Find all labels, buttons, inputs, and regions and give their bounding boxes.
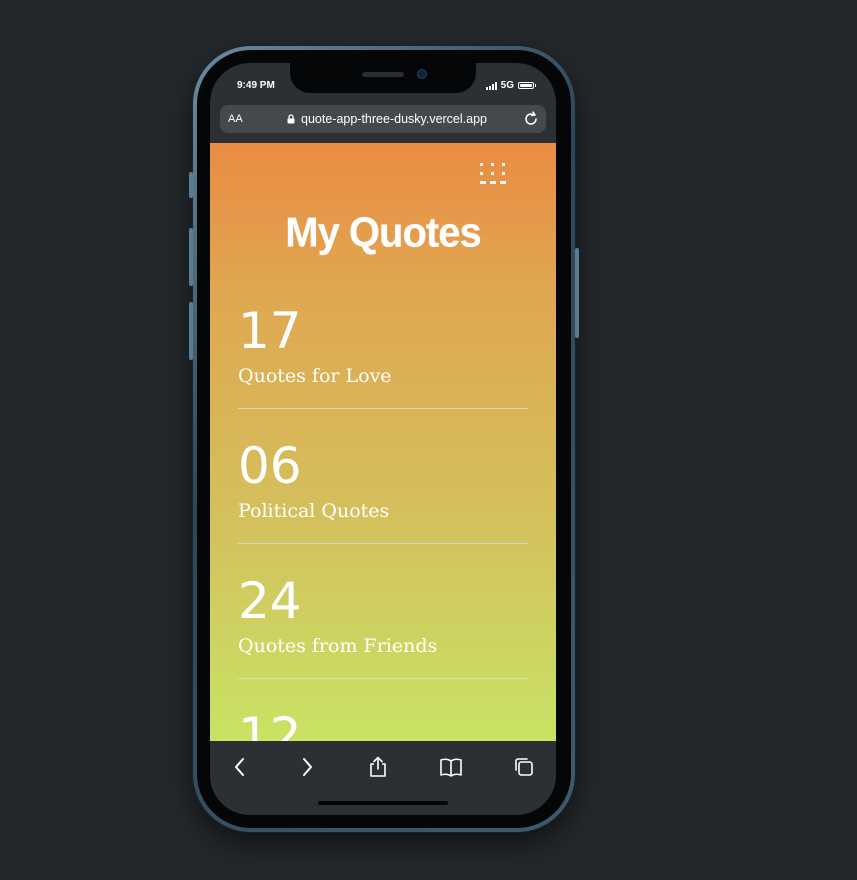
quote-category-item[interactable]: 06 Political Quotes	[238, 438, 528, 573]
share-icon	[370, 756, 386, 777]
quote-count: 06	[238, 437, 302, 495]
page-content: My Quotes 17 Quotes for Love 06 Politica…	[210, 143, 556, 741]
tabs-icon	[515, 758, 533, 776]
book-icon	[440, 758, 462, 777]
volume-down-button	[189, 302, 193, 360]
power-button	[575, 248, 579, 338]
chevron-right-icon	[303, 758, 312, 776]
divider	[238, 543, 528, 544]
forward-button[interactable]	[293, 753, 321, 781]
tabs-button[interactable]	[510, 753, 538, 781]
front-camera	[417, 69, 427, 79]
back-button[interactable]	[226, 753, 254, 781]
address-bar[interactable]: AA quote-app-three-dusky.vercel.app	[220, 105, 546, 133]
grid-dots-icon[interactable]	[478, 161, 510, 187]
quote-category-list: 17 Quotes for Love 06 Political Quotes 2…	[238, 303, 528, 741]
phone-screen: 9:49 PM 5G AA quote-app-three-dusky.verc…	[210, 63, 556, 815]
volume-up-button	[189, 228, 193, 286]
url-text: quote-app-three-dusky.vercel.app	[301, 112, 487, 126]
reload-icon[interactable]	[522, 110, 540, 128]
quote-category-label: Quotes for Love	[238, 365, 392, 387]
quote-count: 17	[238, 302, 302, 360]
home-indicator[interactable]	[318, 801, 448, 805]
chevron-left-icon	[235, 758, 244, 776]
lock-icon	[287, 114, 295, 124]
bookmarks-button[interactable]	[437, 753, 465, 781]
url-display[interactable]: quote-app-three-dusky.vercel.app	[286, 112, 487, 126]
silent-switch	[189, 172, 193, 198]
quote-count: 12	[238, 707, 302, 741]
quote-category-item[interactable]: 17 Quotes for Love	[238, 303, 528, 438]
quote-category-item[interactable]: 12	[238, 708, 528, 741]
network-type: 5G	[500, 80, 514, 91]
status-time: 9:49 PM	[237, 80, 275, 91]
page-title: My Quotes	[285, 209, 481, 257]
quote-category-label: Quotes from Friends	[238, 635, 438, 657]
notch	[290, 63, 476, 93]
divider	[238, 408, 528, 409]
speaker-grille	[362, 72, 404, 77]
text-size-button[interactable]: AA	[228, 113, 243, 125]
quote-category-label: Political Quotes	[238, 500, 390, 522]
share-button[interactable]	[364, 753, 392, 781]
signal-icon	[485, 81, 497, 90]
quote-category-item[interactable]: 24 Quotes from Friends	[238, 573, 528, 708]
battery-icon	[518, 82, 536, 89]
quote-count: 24	[238, 572, 302, 630]
divider	[238, 678, 528, 679]
status-indicators: 5G	[485, 80, 536, 91]
